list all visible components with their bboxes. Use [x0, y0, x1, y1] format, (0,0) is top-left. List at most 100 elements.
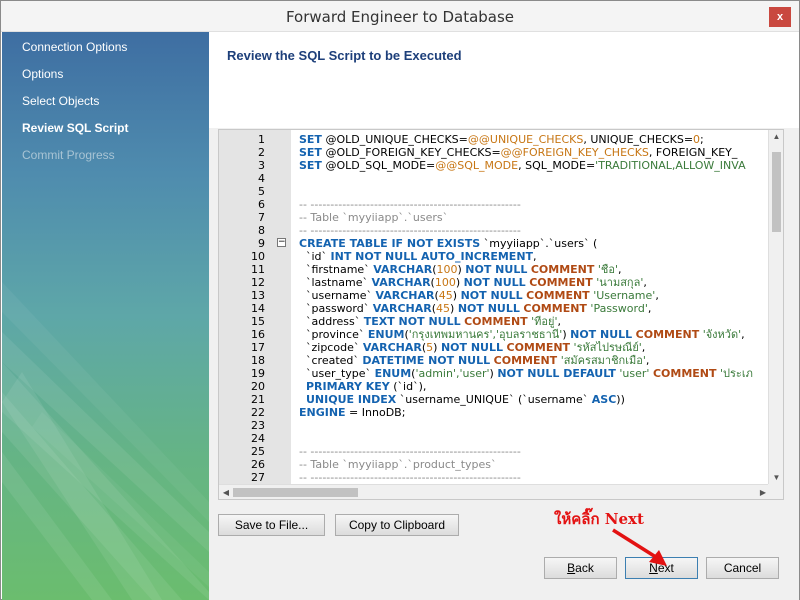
code-line: 11 `firstname` VARCHAR(100) NOT NULL COM… [219, 263, 770, 276]
line-number: 7 [258, 211, 265, 224]
code-text: SET @OLD_SQL_MODE=@@SQL_MODE, SQL_MODE='… [299, 159, 746, 172]
vertical-scroll-thumb[interactable] [772, 152, 781, 232]
page-title: Review the SQL Script to be Executed [227, 48, 462, 63]
code-line: 23 [219, 419, 770, 432]
vertical-scrollbar[interactable]: ▲ ▼ [768, 130, 783, 485]
dialog-window: Forward Engineer to Database x Connectio… [0, 0, 800, 600]
title-bar: Forward Engineer to Database x [1, 1, 799, 32]
code-line: 15 `address` TEXT NOT NULL COMMENT 'ที่อ… [219, 315, 770, 328]
arrow-up-icon[interactable]: ▲ [769, 130, 783, 144]
page-header: Review the SQL Script to be Executed [209, 32, 799, 128]
code-line: 17 `zipcode` VARCHAR(5) NOT NULL COMMENT… [219, 341, 770, 354]
code-text: `address` TEXT NOT NULL COMMENT 'ที่อยู่… [299, 315, 562, 328]
code-text: `id` INT NOT NULL AUTO_INCREMENT, [299, 250, 537, 263]
code-line: 7 -- Table `myyiiapp`.`users` [219, 211, 770, 224]
code-line: 10 `id` INT NOT NULL AUTO_INCREMENT, [219, 250, 770, 263]
line-number: 8 [258, 224, 265, 237]
code-line: 27 -- -----------------------------------… [219, 471, 770, 484]
code-line: 2 SET @OLD_FOREIGN_KEY_CHECKS=@@FOREIGN_K… [219, 146, 770, 159]
code-text: ENGINE = InnoDB; [299, 406, 406, 419]
nav-item-select-objects[interactable]: Select Objects [22, 94, 99, 108]
code-text: `lastname` VARCHAR(100) NOT NULL COMMENT… [299, 276, 647, 289]
line-number: 25 [251, 445, 265, 458]
scrollbar-corner [768, 484, 783, 499]
save-to-file-button[interactable]: Save to File... [218, 514, 325, 536]
window-title: Forward Engineer to Database [285, 8, 515, 26]
nav-item-label: Select Objects [22, 94, 100, 108]
code-line: 4 [219, 172, 770, 185]
line-number: 13 [251, 289, 265, 302]
nav-item-commit-progress: Commit Progress [22, 148, 115, 162]
code-line: 25 -- -----------------------------------… [219, 445, 770, 458]
line-number: 18 [251, 354, 265, 367]
line-number: 16 [251, 328, 265, 341]
cancel-button[interactable]: Cancel [706, 557, 779, 579]
horizontal-scroll-thumb[interactable] [233, 488, 358, 497]
horizontal-scrollbar[interactable]: ◀ ▶ [219, 484, 770, 499]
line-number: 17 [251, 341, 265, 354]
nav-item-label: Connection Options [22, 40, 128, 54]
code-line: 24 [219, 432, 770, 445]
back-accelerator: B [567, 561, 576, 575]
code-line: 19 `user_type` ENUM('admin','user') NOT … [219, 367, 770, 380]
code-text: `zipcode` VARCHAR(5) NOT NULL COMMENT 'ร… [299, 341, 646, 354]
code-line: 22 ENGINE = InnoDB; [219, 406, 770, 419]
code-text: `user_type` ENUM('admin','user') NOT NUL… [299, 367, 753, 380]
code-line: 5 [219, 185, 770, 198]
code-line: 12 `lastname` VARCHAR(100) NOT NULL COMM… [219, 276, 770, 289]
code-text: SET @OLD_UNIQUE_CHECKS=@@UNIQUE_CHECKS, … [299, 133, 704, 146]
code-text: UNIQUE INDEX `username_UNIQUE` (`usernam… [306, 393, 625, 406]
nav-item-label: Review SQL Script [22, 121, 129, 135]
wizard-sidebar: Connection Options Options Select Object… [2, 32, 209, 600]
arrow-down-icon[interactable]: ▼ [769, 471, 783, 485]
code-line: 8 -- ------------------------------------… [219, 224, 770, 237]
code-line: 6 -- ------------------------------------… [219, 198, 770, 211]
nav-item-connection-options[interactable]: Connection Options [22, 40, 127, 54]
line-number: 21 [251, 393, 265, 406]
code-line: 20 PRIMARY KEY (`id`), [219, 380, 770, 393]
line-number: 10 [251, 250, 265, 263]
code-line: 13 `username` VARCHAR(45) NOT NULL COMME… [219, 289, 770, 302]
line-number: 5 [258, 185, 265, 198]
nav-item-review-sql-script[interactable]: Review SQL Script [22, 121, 128, 135]
line-number: 24 [251, 432, 265, 445]
code-line: 14 `password` VARCHAR(45) NOT NULL COMME… [219, 302, 770, 315]
code-text: PRIMARY KEY (`id`), [306, 380, 427, 393]
sql-script-editor[interactable]: 1 SET @OLD_UNIQUE_CHECKS=@@UNIQUE_CHECKS,… [218, 129, 784, 500]
code-line: 16 `province` ENUM('กรุงเทพมหานคร','อุบล… [219, 328, 770, 341]
code-text: SET @OLD_FOREIGN_KEY_CHECKS=@@FOREIGN_KE… [299, 146, 738, 159]
nav-item-label: Options [22, 67, 64, 81]
code-text: -- -------------------------------------… [299, 198, 521, 211]
code-line: 9 − CREATE TABLE IF NOT EXISTS `myyiiapp`.… [219, 237, 770, 250]
copy-to-clipboard-button[interactable]: Copy to Clipboard [335, 514, 459, 536]
wizard-content: Review the SQL Script to be Executed 1 SE… [209, 32, 799, 600]
code-line: 1 SET @OLD_UNIQUE_CHECKS=@@UNIQUE_CHECKS,… [219, 133, 770, 146]
line-number: 9 [258, 237, 265, 250]
code-text: -- Table `myyiiapp`.`product_types` [299, 458, 497, 471]
line-number: 23 [251, 419, 265, 432]
code-text: -- -------------------------------------… [299, 224, 521, 237]
code-text: -- -------------------------------------… [299, 445, 521, 458]
line-number: 1 [258, 133, 265, 146]
line-number: 27 [251, 471, 265, 484]
code-line: 18 `created` DATETIME NOT NULL COMMENT '… [219, 354, 770, 367]
sidebar-decoration [2, 282, 209, 600]
line-number: 14 [251, 302, 265, 315]
line-number: 6 [258, 198, 265, 211]
close-icon[interactable]: x [769, 7, 791, 27]
line-number: 20 [251, 380, 265, 393]
code-text: -- Table `myyiiapp`.`users` [299, 211, 449, 224]
back-label-post: ack [575, 561, 594, 575]
line-number: 11 [251, 263, 265, 276]
arrow-left-icon[interactable]: ◀ [219, 485, 233, 499]
code-text: CREATE TABLE IF NOT EXISTS `myyiiapp`.`u… [299, 237, 598, 250]
code-text: -- -------------------------------------… [299, 471, 521, 484]
nav-item-options[interactable]: Options [22, 67, 63, 81]
line-number: 2 [258, 146, 265, 159]
line-number: 26 [251, 458, 265, 471]
nav-item-label: Commit Progress [22, 148, 115, 162]
code-text: `province` ENUM('กรุงเทพมหานคร','อุบลราช… [299, 328, 745, 341]
line-number: 15 [251, 315, 265, 328]
fold-minus-icon[interactable]: − [277, 238, 286, 247]
code-line: 3 SET @OLD_SQL_MODE=@@SQL_MODE, SQL_MODE=… [219, 159, 770, 172]
